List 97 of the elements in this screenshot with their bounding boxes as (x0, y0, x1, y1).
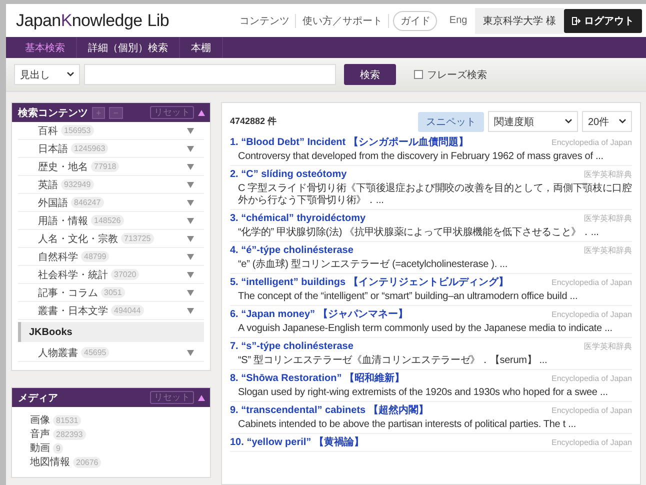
source-label: 医学英和辞典 (584, 341, 632, 352)
count-badge: 932949 (61, 179, 94, 190)
result-title[interactable]: 10. “yellow peril” 【黄禍論】 (230, 437, 364, 449)
panel-title: 検索コンテンツ (18, 106, 88, 120)
count-badge: 45695 (81, 347, 110, 358)
count-badge: 37020 (111, 269, 140, 280)
result-title[interactable]: 6. “Japan money” 【ジャパンマネー】 (230, 309, 408, 321)
logout-button[interactable]: ログアウト (564, 8, 642, 32)
caret-down-icon[interactable] (187, 128, 194, 134)
result-title[interactable]: 4. “é”-týpe cholinésterase (230, 245, 354, 257)
category-label[interactable]: 用語・情報 (38, 214, 88, 228)
caret-down-icon[interactable] (187, 182, 194, 188)
result-snippet: “S” 型コリンエステラーゼ《血清コリンエステラーゼ》．【serum】 ... (237, 355, 548, 367)
caret-up-icon[interactable] (198, 394, 205, 400)
category-label[interactable]: 歴史・地名 (38, 160, 88, 174)
category-label[interactable]: 記事・コラム (38, 286, 98, 300)
scope-select[interactable]: 見出し (14, 64, 80, 85)
result-title[interactable]: 2. “C” slíding osteótomy (230, 169, 347, 181)
count-badge: 9 (53, 442, 64, 454)
count-badge: 494044 (111, 305, 144, 316)
source-label: Encyclopedia of Japan (552, 438, 632, 447)
result-title[interactable]: 9. “transcendental” cabinets 【超然内閣】 (230, 405, 428, 417)
caret-up-icon[interactable] (198, 110, 205, 116)
category-label[interactable]: 社会科学・統計 (38, 268, 108, 282)
count-badge: 20676 (73, 456, 102, 468)
source-label: 医学英和辞典 (584, 213, 632, 224)
caret-down-icon[interactable] (187, 272, 194, 278)
user-name: 東京科学大学 様 (475, 8, 564, 34)
caret-down-icon[interactable] (187, 164, 194, 170)
result-title[interactable]: 5. “intelligent” buildings 【インテリジェントビルディング】 (230, 277, 508, 289)
caret-down-icon[interactable] (187, 290, 194, 296)
result-snippet: The concept of the “intelligent” or “smart” building–an ultramodern office build ... (237, 291, 579, 303)
count-badge: 148526 (91, 215, 124, 226)
chevron-down-icon (619, 119, 626, 124)
caret-down-icon[interactable] (187, 254, 194, 260)
result-snippet: Controversy that developed from the discovery in February 1962 of mass graves of ... (237, 151, 604, 163)
category-label[interactable]: 叢書・日本文学 (38, 304, 108, 318)
category-label[interactable]: 動画 (30, 441, 50, 455)
header-link[interactable]: コンテンツ (233, 14, 296, 28)
count-badge: 713725 (121, 233, 154, 244)
result-title[interactable]: 3. “chémical” thyroidéctomy (230, 213, 366, 225)
result-snippet: C 字型スライド骨切り術《下顎後退症および開咬の改善を目的として，両側下顎枝に口腔外から行なう下顎骨切り術》．... (237, 183, 632, 207)
result-count: 4742882 件 (230, 115, 277, 128)
header-link[interactable]: 使い方／サポート (296, 14, 390, 28)
source-label: Encyclopedia of Japan (552, 406, 632, 415)
phrase-search-checkbox[interactable]: フレーズ検索 (414, 68, 487, 82)
result-snippet: A voguish Japanese-English term commonly used by the Japanese media to indicate ... (237, 323, 614, 335)
snippet-button[interactable]: スニペット (418, 112, 484, 132)
search-field[interactable] (84, 64, 336, 85)
result-snippet: Slogan used by right-wing extremists of the 1920s and 1930s who hoped for a swee ... (237, 387, 609, 399)
category-label[interactable]: 人物叢書 (38, 346, 78, 360)
source-label: 医学英和辞典 (584, 169, 632, 180)
result-title[interactable]: 7. “s”-týpe cholinésterase (230, 341, 354, 353)
chevron-down-icon (67, 72, 74, 77)
guide-button[interactable]: ガイド (393, 10, 438, 30)
logo[interactable]: JapanKnowledge Lib (16, 10, 170, 30)
chevron-down-icon (565, 119, 572, 124)
source-label: 医学英和辞典 (584, 245, 632, 256)
category-label[interactable]: 百科 (38, 124, 58, 138)
sort-select[interactable]: 関連度順 (488, 111, 578, 132)
section-heading: JKBooks (18, 322, 204, 342)
count-badge: 846247 (71, 197, 104, 208)
logout-icon (572, 16, 581, 24)
caret-down-icon[interactable] (187, 236, 194, 242)
source-label: Encyclopedia of Japan (552, 374, 632, 383)
count-badge: 77918 (91, 161, 120, 172)
caret-down-icon[interactable] (187, 200, 194, 206)
category-label[interactable]: 英語 (38, 178, 58, 192)
count-badge: 81531 (53, 414, 82, 426)
count-badge: 48799 (81, 251, 110, 262)
panel-title: メディア (18, 392, 58, 404)
count-badge: 156953 (61, 125, 94, 136)
caret-down-icon[interactable] (187, 308, 194, 314)
caret-down-icon[interactable] (187, 218, 194, 224)
source-label: Encyclopedia of Japan (552, 310, 632, 319)
result-snippet: “化学的” 甲状腺切除(法) 《抗甲状腺薬によって甲状腺機能を低下させること》．... (237, 227, 600, 239)
category-label[interactable]: 自然科学 (38, 250, 78, 264)
caret-down-icon[interactable] (187, 350, 194, 356)
result-title[interactable]: 1. “Blood Debt” Incident 【シンガポール血債問題】 (230, 137, 468, 149)
category-label[interactable]: 地図情報 (30, 455, 70, 469)
language-link[interactable]: Eng (441, 15, 476, 26)
source-label: Encyclopedia of Japan (552, 138, 632, 147)
result-title[interactable]: 8. “Shōwa Restoration” 【昭和維新】 (230, 373, 404, 385)
count-badge: 1245963 (71, 143, 108, 154)
result-snippet: Cabinets intended to be above the partisan interests of political parties. The t ... (237, 419, 577, 431)
source-label: Encyclopedia of Japan (552, 278, 632, 287)
category-label[interactable]: 人名・文化・宗教 (38, 232, 118, 246)
result-snippet: “e” (赤血球) 型コリンエステラーゼ (=acetylcholinesterase ). ... (237, 259, 508, 271)
category-label[interactable]: 画像 (30, 413, 50, 427)
count-badge: 282393 (53, 428, 86, 440)
category-label[interactable]: 外国語 (38, 196, 68, 210)
count-badge: 3051 (101, 287, 125, 298)
per-page-select[interactable]: 20件 (582, 111, 632, 132)
caret-down-icon[interactable] (187, 146, 194, 152)
search-button[interactable]: 検索 (344, 64, 396, 85)
category-label[interactable]: 音声 (30, 427, 50, 441)
category-label[interactable]: 日本語 (38, 142, 68, 156)
